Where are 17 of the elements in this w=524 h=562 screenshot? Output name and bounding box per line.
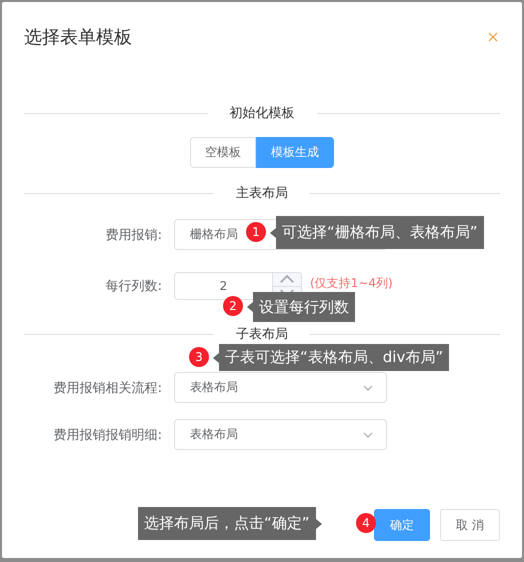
- section-heading: 子表布局: [235, 326, 289, 343]
- callout-tooltip: 选择布局后，点击“确定”: [138, 507, 322, 540]
- field-label: 费用报销报销明细:: [52, 426, 163, 444]
- callout-tooltip: 设置每行列数: [247, 292, 355, 322]
- callout-tooltip: 可选择“栅格布局、表格布局”: [270, 216, 484, 249]
- field-label: 费用报销相关流程:: [52, 380, 163, 396]
- step-badge: 3: [189, 347, 209, 367]
- section-heading: 初始化模板: [228, 105, 296, 122]
- step-badge: 2: [223, 296, 243, 316]
- section-heading: 主表布局: [235, 185, 289, 202]
- step-badge: 4: [356, 513, 376, 533]
- hint-text: (仅支持1~4列): [310, 275, 393, 292]
- callout-tooltip: 子表可选择“表格布局、div布局”: [213, 344, 450, 371]
- field-label: 费用报销:: [104, 226, 163, 244]
- dialog-title: 选择表单模板: [24, 26, 132, 49]
- field-label: 每行列数:: [104, 278, 163, 295]
- step-badge: 1: [246, 222, 266, 242]
